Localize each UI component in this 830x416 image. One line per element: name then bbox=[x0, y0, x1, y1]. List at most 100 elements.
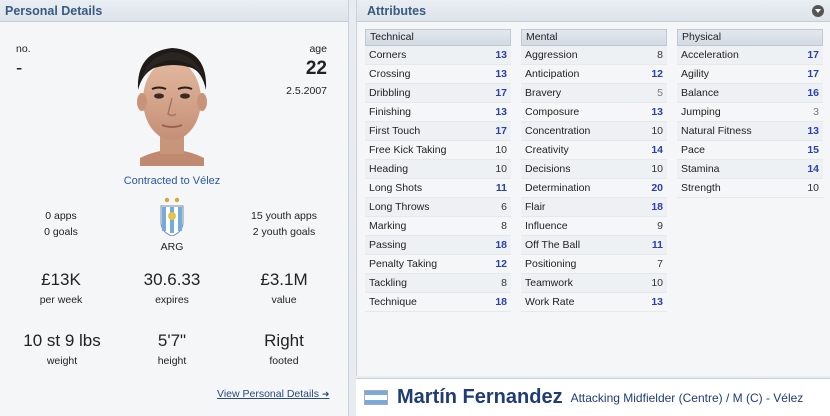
mental-attribute-name: Anticipation bbox=[525, 68, 580, 80]
height-value: 5'7" bbox=[157, 331, 187, 350]
technical-attribute-value: 13 bbox=[495, 106, 507, 118]
mental-attribute-name: Teamwork bbox=[525, 277, 573, 289]
physical-attribute-value: 17 bbox=[807, 68, 819, 80]
physical-attribute-row: Jumping 3 bbox=[677, 103, 823, 122]
mental-attribute-name: Aggression bbox=[525, 49, 578, 61]
technical-attribute-value: 18 bbox=[495, 239, 507, 251]
physical-attribute-row: Pace 15 bbox=[677, 141, 823, 160]
technical-attribute-name: Dribbling bbox=[369, 87, 411, 99]
technical-attribute-value: 13 bbox=[495, 49, 507, 61]
youth-goals-count: 2 youth goals bbox=[252, 226, 316, 238]
age-value: 22 bbox=[305, 58, 327, 79]
physical-attribute-row: Stamina 14 bbox=[677, 160, 823, 179]
technical-attribute-row: Corners 13 bbox=[365, 46, 511, 65]
footed-label: footed bbox=[269, 355, 299, 367]
mental-attribute-name: Influence bbox=[525, 220, 568, 232]
physical-attribute-value: 14 bbox=[807, 163, 819, 175]
mental-attribute-row: Influence 9 bbox=[521, 217, 667, 236]
mental-attribute-name: Concentration bbox=[525, 125, 591, 137]
physical-attribute-name: Pace bbox=[681, 144, 705, 156]
collapse-toggle-icon[interactable] bbox=[812, 4, 824, 17]
technical-attribute-name: Heading bbox=[369, 163, 409, 175]
physical-list: Acceleration 17 Agility 17 Balance 16 Jumping 3… bbox=[677, 46, 823, 198]
physical-attribute-value: 17 bbox=[807, 49, 819, 61]
technical-attribute-row: Dribbling 17 bbox=[365, 84, 511, 103]
value-block: £3.1M value bbox=[238, 270, 330, 306]
mental-attribute-value: 9 bbox=[657, 220, 663, 232]
height-block: 5'7" height bbox=[126, 331, 218, 367]
physical-attribute-name: Natural Fitness bbox=[681, 125, 752, 137]
footed-block: Right footed bbox=[238, 331, 330, 367]
mental-attribute-value: 13 bbox=[651, 296, 663, 308]
physical-attribute-value: 15 bbox=[807, 144, 819, 156]
argentina-crest-icon bbox=[160, 197, 184, 237]
mental-attribute-row: Work Rate 13 bbox=[521, 293, 667, 312]
technical-attribute-value: 8 bbox=[501, 277, 507, 289]
technical-attribute-row: Passing 18 bbox=[365, 236, 511, 255]
technical-attribute-name: Corners bbox=[369, 49, 407, 61]
physical-attribute-name: Balance bbox=[681, 87, 719, 99]
player-name-bar: Martín Fernandez Attacking Midfielder (C… bbox=[356, 378, 830, 416]
technical-attribute-value: 17 bbox=[495, 125, 507, 137]
mental-attribute-name: Determination bbox=[525, 182, 591, 194]
mental-list: Aggression 8 Anticipation 12 Bravery 5 Composu… bbox=[521, 46, 667, 312]
mental-attribute-value: 10 bbox=[651, 277, 663, 289]
technical-attribute-value: 10 bbox=[495, 144, 507, 156]
technical-attribute-row: Tackling 8 bbox=[365, 274, 511, 293]
apps-count: 0 apps bbox=[45, 210, 77, 222]
technical-attribute-row: Finishing 13 bbox=[365, 103, 511, 122]
senior-apps-block: 0 apps 0 goals bbox=[18, 208, 104, 240]
mental-attribute-row: Determination 20 bbox=[521, 179, 667, 198]
contract-status-link[interactable]: Contracted to Vélez bbox=[0, 175, 344, 187]
weight-value: 10 st 9 lbs bbox=[23, 331, 101, 350]
physical-header: Physical bbox=[677, 29, 823, 46]
player-face-portrait bbox=[137, 48, 207, 166]
mental-attribute-name: Work Rate bbox=[525, 296, 575, 308]
argentina-flag-icon bbox=[364, 390, 388, 405]
physical-attribute-name: Agility bbox=[681, 68, 710, 80]
attributes-title: Attributes bbox=[367, 3, 427, 18]
contract-expiry-block: 30.6.33 expires bbox=[126, 270, 218, 306]
mental-attribute-value: 11 bbox=[651, 239, 663, 251]
technical-attribute-value: 12 bbox=[495, 258, 507, 270]
mental-attribute-name: Flair bbox=[525, 201, 546, 213]
mental-header: Mental bbox=[521, 29, 667, 46]
arrow-right-icon: ➜ bbox=[321, 389, 330, 399]
technical-attribute-value: 10 bbox=[495, 163, 507, 175]
mental-attribute-row: Aggression 8 bbox=[521, 46, 667, 65]
technical-attribute-value: 11 bbox=[495, 182, 507, 194]
technical-attribute-value: 8 bbox=[501, 220, 507, 232]
view-personal-details-link[interactable]: View Personal Details ➜ bbox=[217, 388, 329, 400]
mental-attribute-value: 18 bbox=[651, 201, 663, 213]
physical-column: Physical Acceleration 17 Agility 17 Balance 1… bbox=[677, 29, 823, 198]
goals-count: 0 goals bbox=[44, 226, 78, 238]
physical-attribute-row: Balance 16 bbox=[677, 84, 823, 103]
technical-attribute-name: Passing bbox=[369, 239, 407, 251]
mental-attribute-name: Bravery bbox=[525, 87, 562, 99]
technical-attribute-value: 18 bbox=[495, 296, 507, 308]
mental-attribute-name: Positioning bbox=[525, 258, 577, 270]
height-label: height bbox=[157, 355, 187, 367]
technical-attribute-name: Long Throws bbox=[369, 201, 430, 213]
wage-block: £13K per week bbox=[18, 270, 104, 306]
mental-attribute-value: 10 bbox=[651, 125, 663, 137]
personal-details-header: Personal Details bbox=[0, 0, 348, 22]
mental-attribute-value: 14 bbox=[651, 144, 663, 156]
physical-attribute-name: Acceleration bbox=[681, 49, 739, 61]
mental-attribute-row: Flair 18 bbox=[521, 198, 667, 217]
mental-attribute-row: Composure 13 bbox=[521, 103, 667, 122]
view-personal-details-label: View Personal Details bbox=[217, 388, 319, 400]
nation-block: ARG bbox=[148, 196, 196, 255]
physical-attribute-row: Agility 17 bbox=[677, 65, 823, 84]
technical-attribute-value: 6 bbox=[501, 201, 507, 213]
mental-attribute-value: 12 bbox=[651, 68, 663, 80]
technical-attribute-row: Heading 10 bbox=[365, 160, 511, 179]
physical-attribute-row: Strength 10 bbox=[677, 179, 823, 198]
technical-attribute-name: Penalty Taking bbox=[369, 258, 438, 270]
personal-details-panel: Personal Details no. - age 22 2.5.2007 C… bbox=[0, 0, 349, 416]
technical-attribute-row: Marking 8 bbox=[365, 217, 511, 236]
wage-label: per week bbox=[39, 294, 83, 306]
transfer-value-label: value bbox=[271, 294, 297, 306]
player-position: Attacking Midfielder (Centre) / M (C) - … bbox=[570, 390, 804, 405]
technical-attribute-name: First Touch bbox=[369, 125, 421, 137]
